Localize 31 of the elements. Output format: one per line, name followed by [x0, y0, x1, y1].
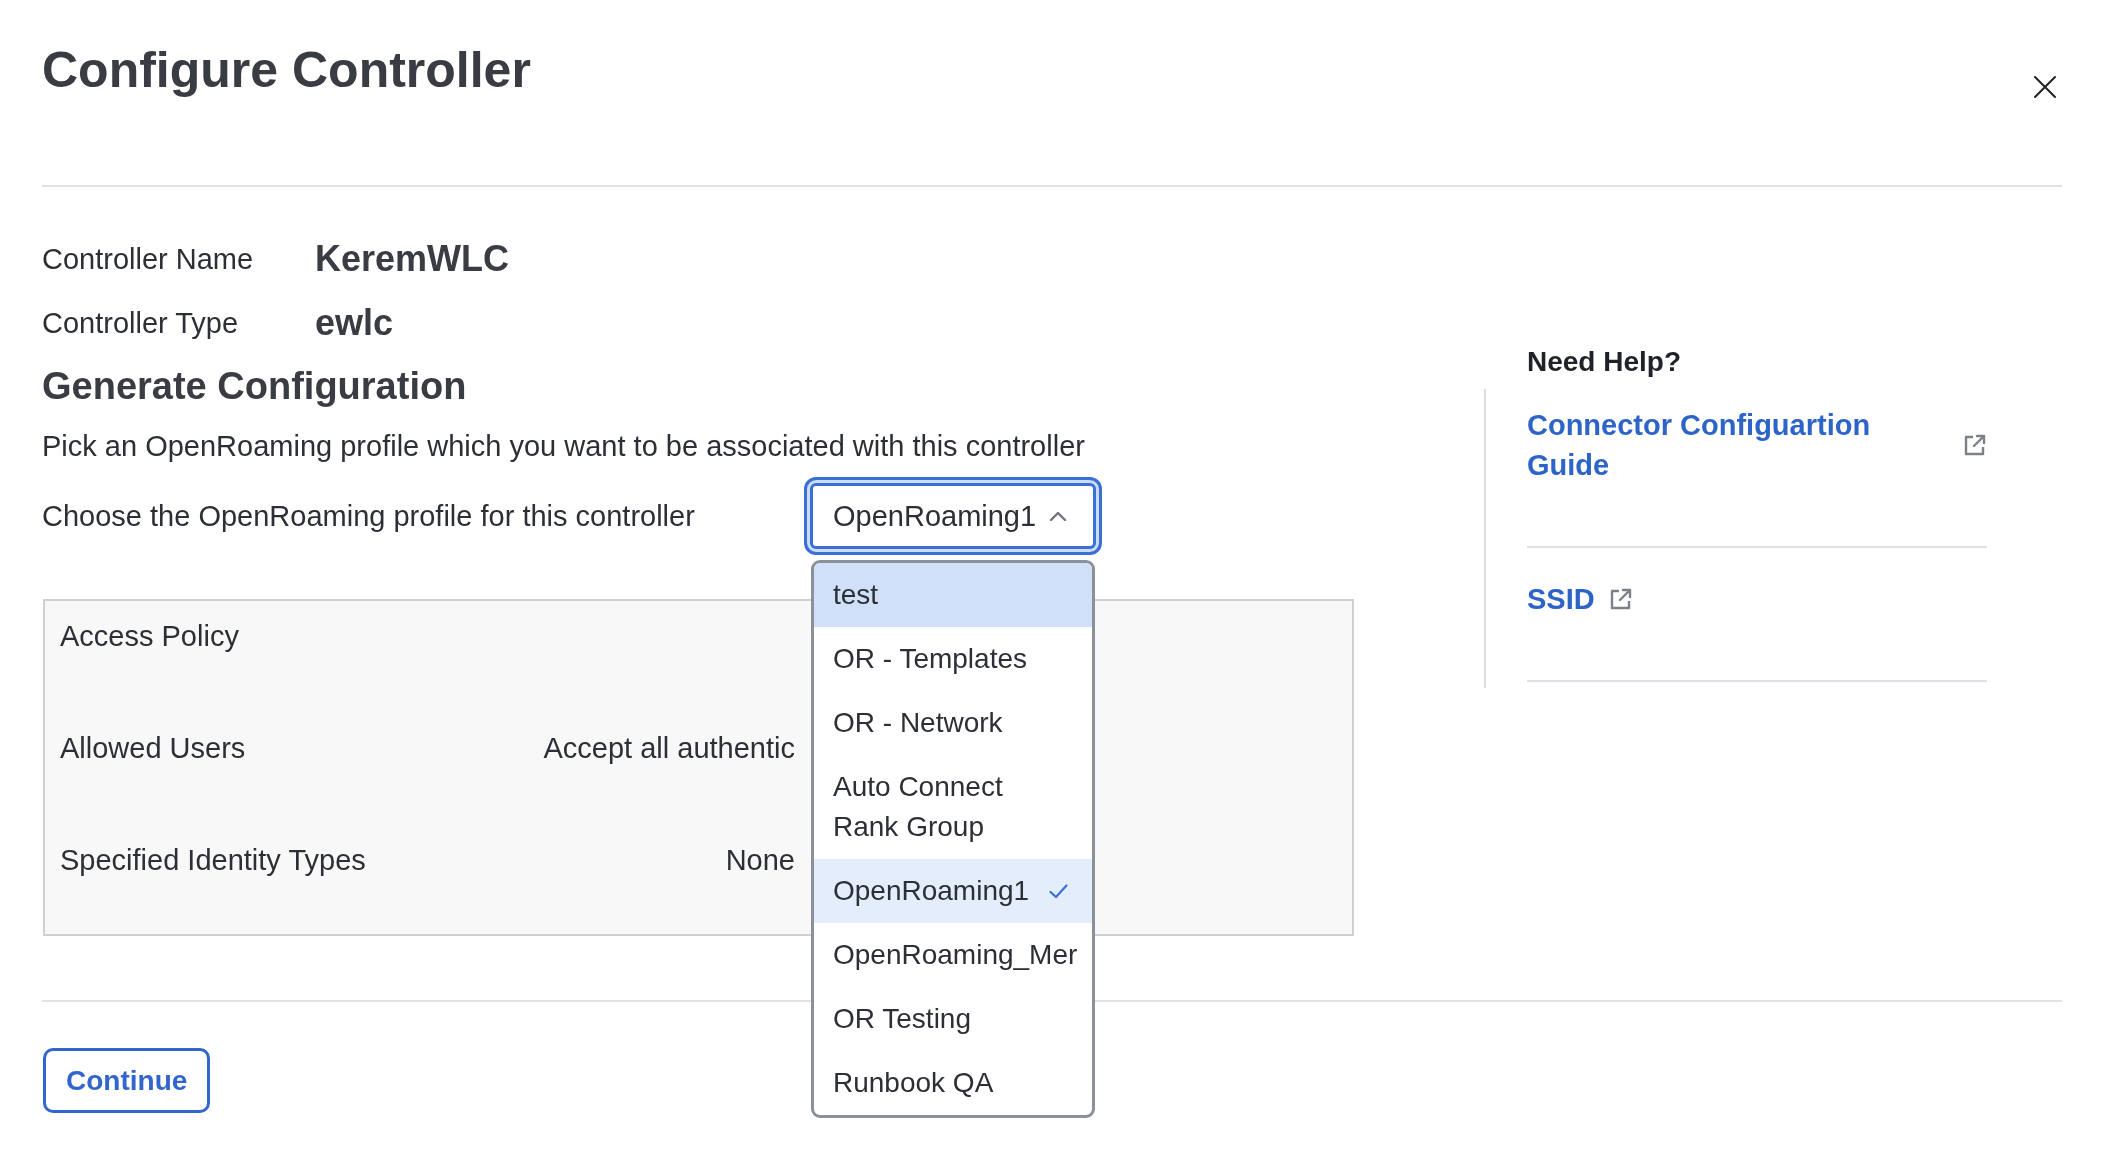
dropdown-option[interactable]: OpenRoaming_Mer [814, 923, 1092, 987]
close-icon [2033, 75, 2057, 99]
field-label: Choose the OpenRoaming profile for this controller [42, 499, 696, 534]
dropdown-option[interactable]: OR Testing [814, 987, 1092, 1051]
chevron-icon [1049, 510, 1067, 522]
profile-dropdown[interactable]: OpenRoaming1 [804, 477, 1102, 555]
external-link-icon [1608, 587, 1633, 611]
dropdown-option[interactable]: OR - Network [814, 691, 1092, 755]
section-heading: Generate Configuration [42, 364, 467, 409]
dropdown-option[interactable]: OR - Templates [814, 627, 1092, 691]
field-label: Controller Name [42, 242, 255, 277]
dialog-title: Configure Controller [42, 41, 531, 100]
field-value: ewlc [315, 301, 394, 345]
help-link[interactable]: Connector Configuartion Guide [1527, 405, 1987, 485]
description-text: Pick an OpenRoaming profile which you want to be associated with this controller [42, 429, 1085, 464]
dropdown-option[interactable]: test [814, 563, 1092, 627]
panel-title: Access Policy [60, 619, 239, 654]
help-link[interactable]: SSID [1527, 579, 1633, 619]
field-label: Controller Type [42, 306, 240, 341]
external-link-icon [1963, 433, 1987, 457]
continue-button[interactable]: Continue [43, 1048, 211, 1113]
field-label: Specified Identity Types [60, 843, 366, 878]
dropdown-option[interactable]: OpenRoaming1 [814, 859, 1092, 923]
field-value: KeremWLC [315, 237, 510, 281]
dropdown-option[interactable]: Auto Connect Rank Group [814, 755, 1092, 859]
check-icon [1049, 883, 1068, 899]
field-value: Accept all authentic [543, 731, 795, 766]
field-value: None [725, 843, 795, 878]
dropdown-option[interactable]: Runbook QA [814, 1051, 1092, 1115]
field-label: Allowed Users [60, 731, 246, 766]
help-heading: Need Help? [1527, 345, 1682, 379]
